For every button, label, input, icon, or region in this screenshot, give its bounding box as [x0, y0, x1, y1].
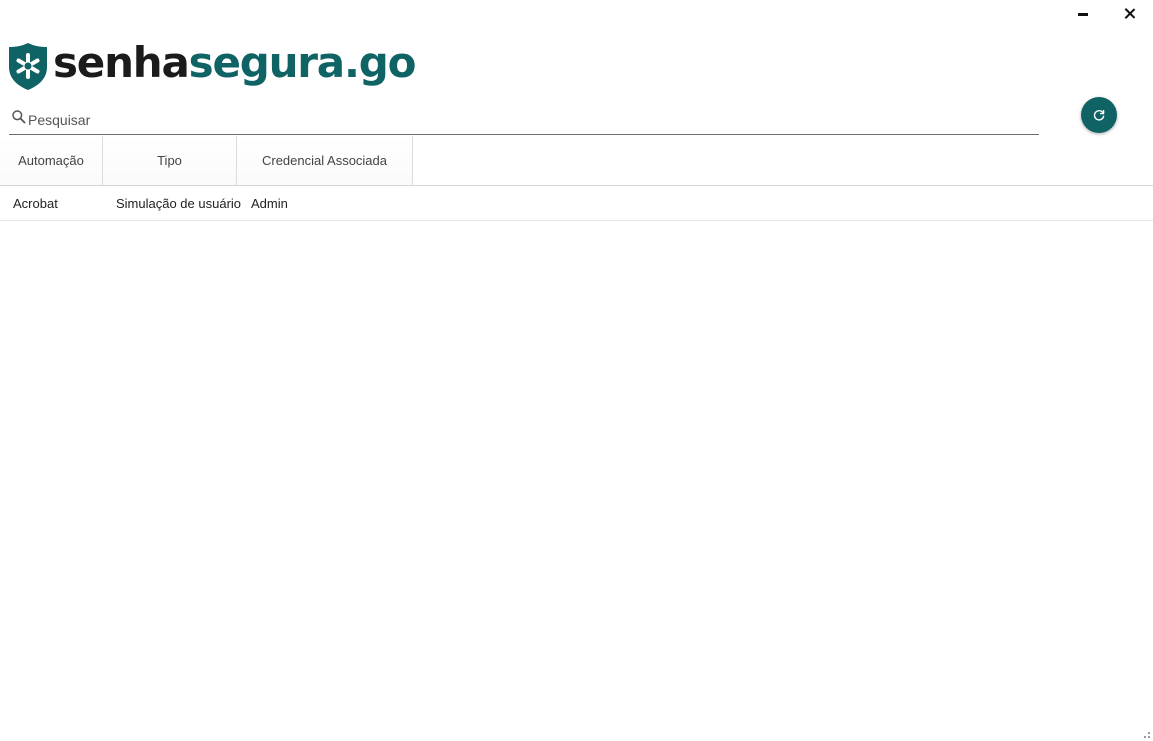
column-header-tipo[interactable]: Tipo	[103, 136, 237, 185]
logo-wordmark: senhasegura.go	[53, 37, 417, 89]
close-icon	[1124, 8, 1136, 20]
logo-text-segura: segura.go	[188, 38, 417, 87]
refresh-icon	[1093, 109, 1105, 121]
shield-asterisk-icon	[9, 43, 47, 90]
cell-automacao: Acrobat	[13, 196, 58, 211]
column-header-credencial[interactable]: Credencial Associada	[237, 136, 413, 185]
resize-grip[interactable]	[1144, 732, 1150, 738]
refresh-button[interactable]	[1081, 97, 1117, 133]
cell-credencial: Admin	[251, 196, 288, 211]
table-header: Automação Tipo Credencial Associada	[0, 136, 413, 185]
search-input[interactable]	[28, 112, 1018, 128]
close-button[interactable]	[1107, 0, 1153, 28]
search-icon	[12, 110, 26, 124]
logo-text-senha: senha	[53, 38, 190, 87]
app-window: senhasegura.go Automação Tipo Credencial…	[0, 0, 1153, 741]
cell-tipo: Simulação de usuário	[116, 196, 242, 211]
minimize-button[interactable]	[1060, 0, 1106, 28]
minimize-icon	[1078, 12, 1088, 16]
table-row[interactable]: Acrobat Simulação de usuário Admin	[0, 186, 1153, 221]
app-logo: senhasegura.go	[8, 37, 417, 92]
search-bar[interactable]	[9, 104, 1039, 135]
column-header-automacao[interactable]: Automação	[0, 136, 103, 185]
